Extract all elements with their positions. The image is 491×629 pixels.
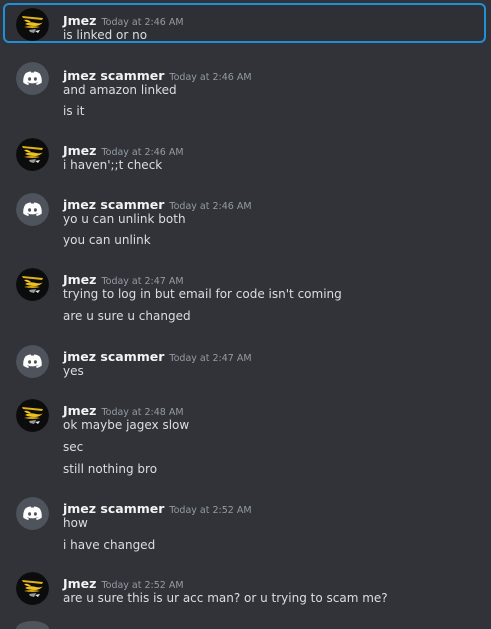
avatar[interactable] <box>16 8 49 41</box>
discord-logo-icon <box>16 193 49 226</box>
avatar[interactable] <box>16 62 49 95</box>
message-timestamp: Today at 2:46 AM <box>169 201 252 212</box>
message-text: ok maybe jagex slow <box>63 418 190 432</box>
message-author[interactable]: Jmez <box>63 403 96 418</box>
message-item[interactable]: jmez scammer Today at 2:46 AM yo u can un… <box>0 189 491 251</box>
message-text: are u sure u changed <box>63 309 191 323</box>
message-item[interactable]: Jmez Today at 2:46 AM is linked or no <box>0 0 491 47</box>
message-text: trying to log in but email for code isn'… <box>63 287 342 301</box>
message-item[interactable]: Jmez Today at 2:52 AM are u sure this is … <box>0 569 491 613</box>
jmez-logo-icon <box>16 138 49 171</box>
message-text: are u sure this is ur acc man? or u tryi… <box>63 591 388 605</box>
message-item[interactable]: jmez scammer Today at 2:52 AM how i have … <box>0 494 491 556</box>
message-item[interactable]: jmez scammer Today at 2:47 AM yes <box>0 342 491 386</box>
chat-message-list[interactable]: Jmez Today at 2:46 AM is linked or no jme… <box>0 0 491 629</box>
message-text: how <box>63 516 88 530</box>
jmez-logo-icon <box>16 8 49 41</box>
jmez-logo-icon <box>16 268 49 301</box>
message-item[interactable]: Jmez Today at 2:47 AM trying to log in bu… <box>0 265 491 327</box>
jmez-logo-icon <box>16 399 49 432</box>
message-timestamp: Today at 2:47 AM <box>169 353 252 364</box>
avatar[interactable] <box>16 399 49 432</box>
message-timestamp: Today at 2:52 AM <box>169 505 252 516</box>
message-timestamp: Today at 2:52 AM <box>101 580 184 591</box>
message-text: i haven';;t check <box>63 158 163 172</box>
message-text: is it <box>63 104 85 118</box>
message-author[interactable]: jmez scammer <box>63 349 164 364</box>
message-timestamp: Today at 2:47 AM <box>101 276 184 287</box>
jmez-logo-icon <box>16 572 49 605</box>
discord-logo-icon <box>16 497 49 530</box>
message-author[interactable]: Jmez <box>63 143 96 158</box>
message-text: yo u can unlink both <box>63 212 186 226</box>
avatar[interactable] <box>16 497 49 530</box>
message-timestamp: Today at 2:46 AM <box>101 147 184 158</box>
message-item[interactable]: Jmez Today at 2:48 AM ok maybe jagex slow… <box>0 396 491 482</box>
message-author[interactable]: Jmez <box>63 576 96 591</box>
message-author[interactable]: jmez scammer <box>63 68 164 83</box>
message-text: you can unlink <box>63 233 151 247</box>
message-item[interactable]: Jmez Today at 2:46 AM i haven';;t check <box>0 134 491 178</box>
message-author[interactable]: jmez scammer <box>63 197 164 212</box>
discord-logo-icon <box>16 62 49 95</box>
message-timestamp: Today at 2:46 AM <box>169 72 252 83</box>
message-text: sec <box>63 440 84 454</box>
message-text: and amazon linked <box>63 83 177 97</box>
avatar[interactable] <box>16 345 49 378</box>
message-text: still nothing bro <box>63 462 158 476</box>
message-author[interactable]: Jmez <box>63 13 96 28</box>
message-author[interactable]: jmez scammer <box>63 501 164 516</box>
avatar[interactable] <box>16 193 49 226</box>
message-timestamp: Today at 2:48 AM <box>101 407 184 418</box>
discord-logo-icon <box>16 345 49 378</box>
message-text: is linked or no <box>63 28 148 42</box>
avatar[interactable] <box>16 572 49 605</box>
message-item[interactable]: jmez scammer Today at 2:46 AM and amazon … <box>0 60 491 122</box>
avatar[interactable] <box>16 138 49 171</box>
message-author[interactable]: Jmez <box>63 272 96 287</box>
message-text: i have changed <box>63 538 156 552</box>
avatar[interactable] <box>16 268 49 301</box>
message-timestamp: Today at 2:46 AM <box>101 17 184 28</box>
avatar[interactable] <box>16 621 49 629</box>
message-text: yes <box>63 364 84 378</box>
